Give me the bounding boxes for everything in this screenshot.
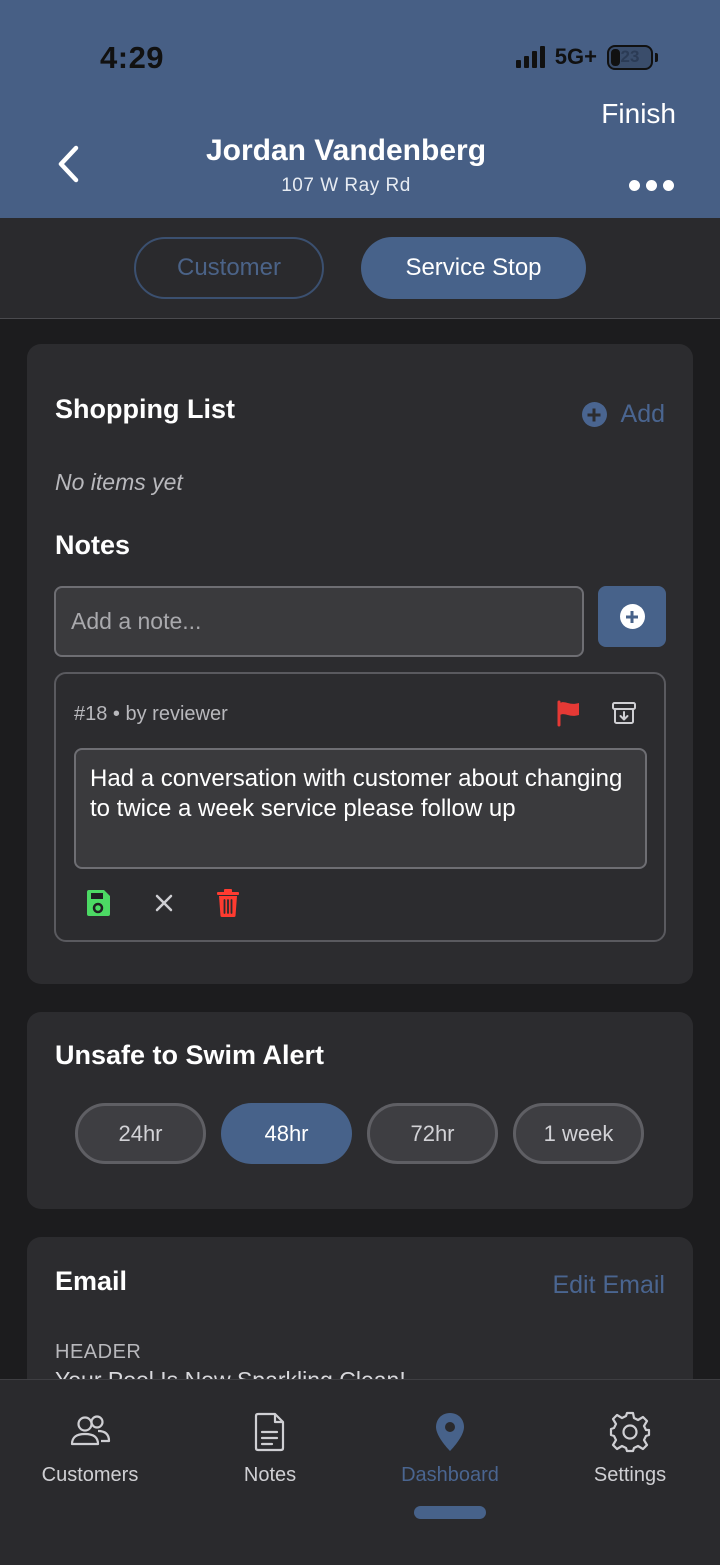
flag-icon[interactable] [555, 699, 583, 727]
tab-service-stop[interactable]: Service Stop [361, 237, 586, 299]
unsafe-alert-card: Unsafe to Swim Alert 24hr 48hr 72hr 1 we… [27, 1012, 693, 1209]
notes-title: Notes [55, 530, 131, 560]
shopping-list-title: Shopping List [55, 394, 235, 424]
signal-icon [515, 46, 545, 68]
close-icon[interactable] [152, 891, 176, 915]
active-tab-indicator [414, 1506, 486, 1519]
email-title: Email [55, 1266, 128, 1296]
status-time: 4:29 [100, 40, 165, 75]
document-icon [254, 1412, 285, 1452]
top-header: 4:29 5G+ 23 Finish Jordan Vandenberg 107… [0, 0, 720, 218]
shopping-list-empty: No items yet [55, 469, 183, 495]
gear-icon [609, 1411, 651, 1453]
battery-icon: 23 [607, 44, 653, 70]
battery-level: 23 [620, 47, 640, 66]
edit-email-button[interactable]: Edit Email [552, 1271, 665, 1300]
tab-notes-label: Notes [243, 1464, 297, 1486]
users-icon [70, 1415, 111, 1446]
alert-option-24hr[interactable]: 24hr [75, 1103, 206, 1164]
bottom-tab-bar: Customers Notes Dashboard Settings [0, 1379, 720, 1565]
add-item-label: Add [620, 400, 665, 428]
tab-customers[interactable]: Customers [0, 1410, 180, 1487]
map-pin-icon [436, 1413, 464, 1451]
battery-tip [655, 52, 658, 62]
shopping-notes-card: Shopping List Add No items yet Notes Add… [27, 344, 693, 984]
network-type: 5G+ [554, 44, 597, 69]
tab-customer[interactable]: Customer [134, 237, 324, 299]
segment-bar: Customer Service Stop [0, 218, 720, 319]
note-meta: #18 • by reviewer [74, 703, 228, 725]
more-options-icon[interactable] [629, 180, 674, 191]
unsafe-alert-title: Unsafe to Swim Alert [55, 1040, 325, 1070]
plus-circle-icon [619, 604, 645, 629]
alert-option-48hr[interactable]: 48hr [221, 1103, 352, 1164]
tab-notes[interactable]: Notes [180, 1410, 360, 1487]
page-title: Jordan Vandenberg [205, 134, 487, 167]
alert-option-1-week[interactable]: 1 week [513, 1103, 644, 1164]
note-text-field[interactable]: Had a conversation with customer about c… [74, 748, 647, 869]
status-indicators: 5G+ 23 [515, 44, 658, 70]
tab-customers-label: Customers [41, 1464, 139, 1486]
plus-circle-icon [581, 402, 607, 427]
note-input[interactable]: Add a note... [54, 586, 584, 657]
note-item: #18 • by reviewer Had a conversation wit… [54, 672, 666, 942]
page-subtitle: 107 W Ray Rd [281, 175, 411, 196]
email-header-label: HEADER [55, 1341, 142, 1363]
add-note-button[interactable] [598, 586, 666, 647]
save-icon[interactable] [84, 888, 112, 918]
tab-settings-label: Settings [593, 1464, 667, 1486]
finish-button[interactable]: Finish [601, 98, 676, 130]
alert-option-72hr[interactable]: 72hr [367, 1103, 498, 1164]
archive-icon[interactable] [610, 699, 638, 727]
trash-icon[interactable] [215, 888, 241, 918]
tab-dashboard[interactable]: Dashboard [360, 1410, 540, 1487]
add-item-button[interactable]: Add [581, 400, 665, 429]
tab-dashboard-label: Dashboard [401, 1464, 499, 1486]
tab-settings[interactable]: Settings [540, 1410, 720, 1487]
